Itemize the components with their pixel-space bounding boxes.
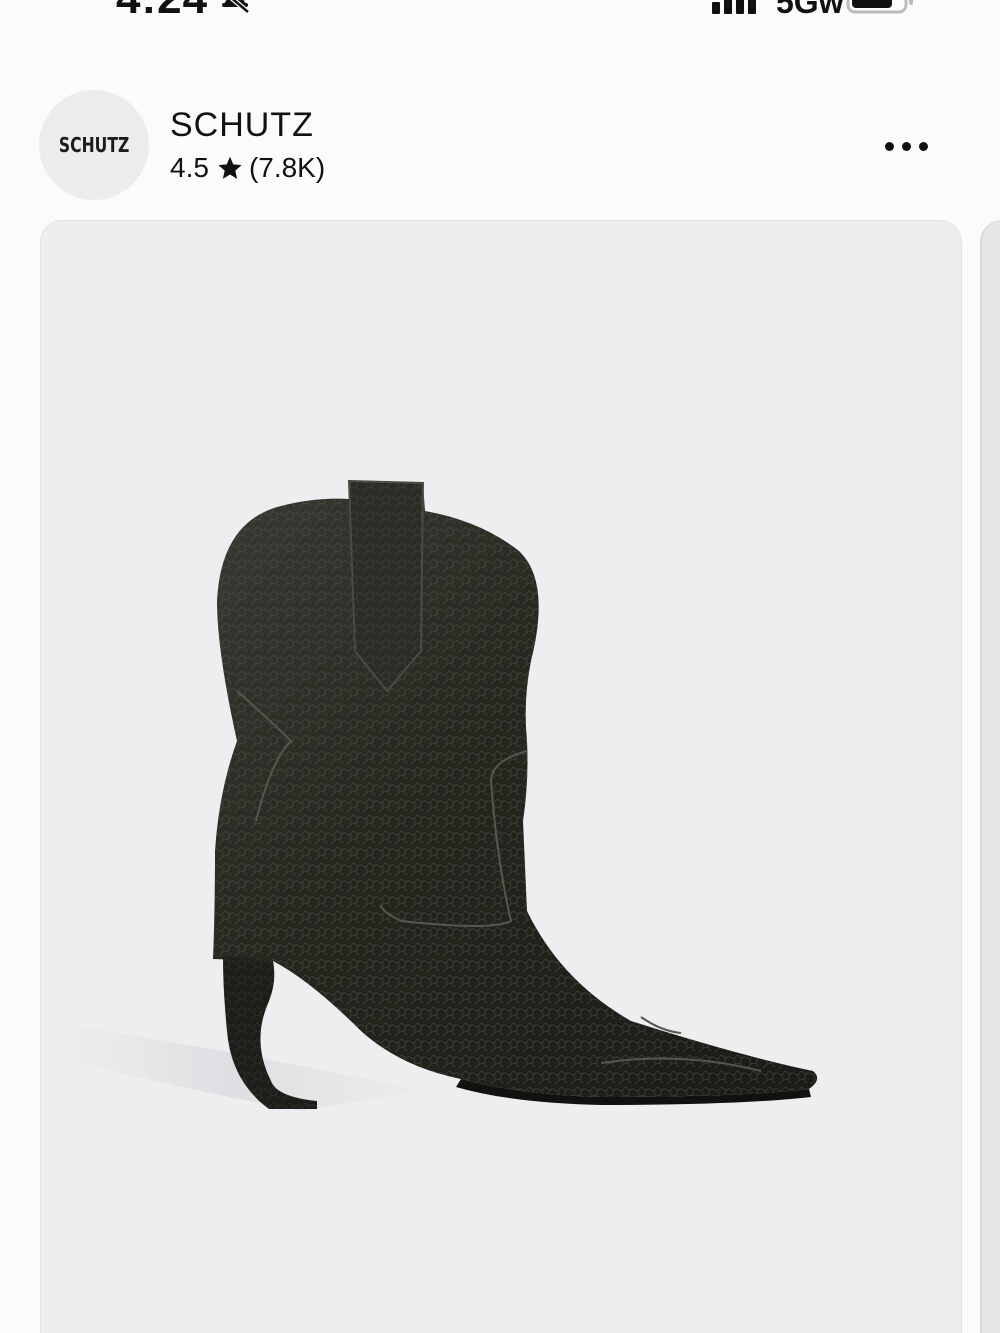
- bell-slash-icon: [222, 0, 250, 14]
- network-type: 5Gᴡ: [776, 0, 844, 20]
- product-image-boot[interactable]: [41, 221, 961, 1333]
- brand-name[interactable]: SCHUTZ: [170, 106, 314, 145]
- more-options-icon: [918, 141, 928, 151]
- star-icon: [218, 156, 242, 179]
- more-options-button[interactable]: [870, 128, 942, 164]
- brand-avatar[interactable]: SCHUTZ: [39, 90, 149, 200]
- status-bar: 4:24 5Gᴡ: [0, 0, 1000, 30]
- more-options-icon: [884, 141, 894, 151]
- cellular-signal-icon: [712, 0, 756, 14]
- battery-icon: [846, 0, 913, 14]
- next-product-card[interactable]: [980, 220, 1000, 1333]
- brand-avatar-logo: SCHUTZ: [58, 133, 130, 157]
- rating-value: 4.5: [170, 152, 209, 183]
- shop-product-page: 4:24 5Gᴡ SCHUTZ SCHUTZ 4.5: [0, 0, 1000, 1333]
- status-time: 4:24: [116, 0, 208, 24]
- more-options-icon: [901, 141, 911, 151]
- store-header: SCHUTZ SCHUTZ 4.5 (7.8K): [0, 88, 1000, 204]
- store-rating[interactable]: 4.5 (7.8K): [170, 150, 325, 186]
- product-card[interactable]: [40, 220, 962, 1333]
- review-count: (7.8K): [248, 152, 326, 183]
